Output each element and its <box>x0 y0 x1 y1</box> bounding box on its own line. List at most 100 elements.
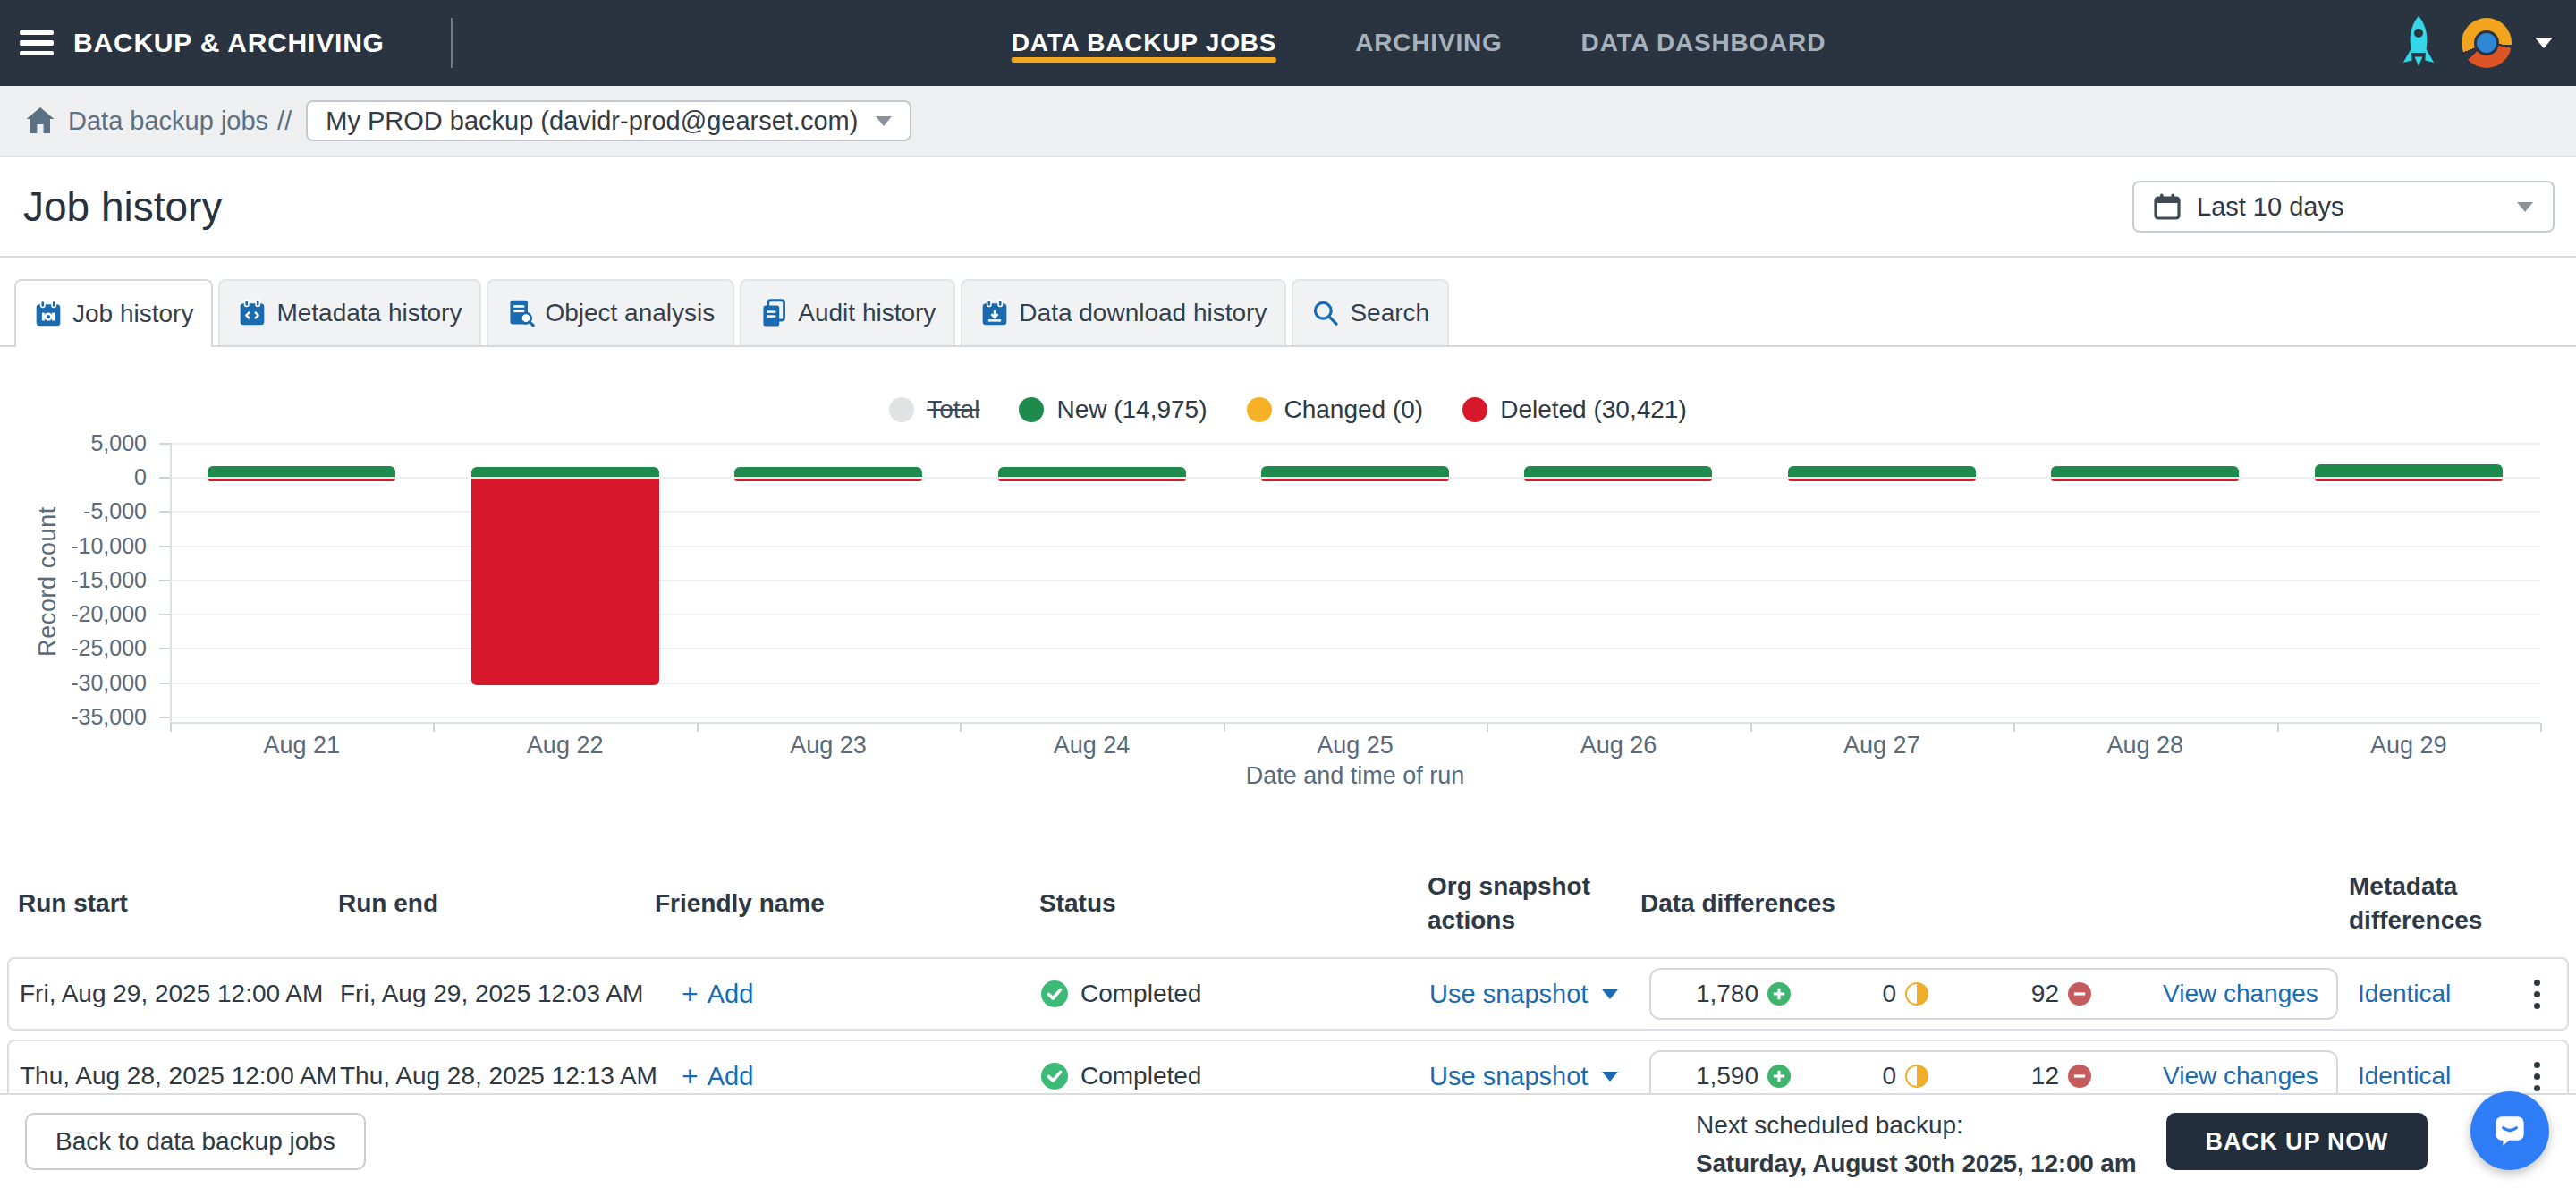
page-header: Job history Last 10 days <box>0 157 2576 256</box>
x-tick-mark <box>697 723 699 732</box>
add-friendly-name-button[interactable]: +Add <box>657 1060 1041 1093</box>
footer-bar: Back to data backup jobs Next scheduled … <box>0 1093 2576 1188</box>
tab-audit-history[interactable]: Audit history <box>740 279 955 345</box>
y-tick-mark <box>159 443 170 445</box>
legend-total-label: Total <box>927 395 979 424</box>
add-friendly-name-button[interactable]: +Add <box>657 978 1041 1011</box>
back-up-now-button[interactable]: BACK UP NOW <box>2166 1113 2428 1170</box>
calendar-icon <box>2154 193 2181 220</box>
col-data-differences: Data differences <box>1640 887 2349 921</box>
legend-total[interactable]: Total <box>889 395 979 424</box>
plus-icon: + <box>682 978 699 1011</box>
bar-deleted-aug-23[interactable] <box>734 479 922 481</box>
tab-label: Search <box>1350 299 1429 327</box>
bar-deleted-aug-21[interactable] <box>208 479 395 481</box>
bar-new-aug-23[interactable] <box>734 467 922 477</box>
bar-deleted-aug-26[interactable] <box>1524 479 1712 481</box>
next-scheduled-backup: Next scheduled backup: Saturday, August … <box>1696 1106 2136 1184</box>
navbar-divider <box>451 18 453 68</box>
use-snapshot-dropdown[interactable]: Use snapshot <box>1429 1062 1642 1091</box>
x-tick-mark <box>1487 723 1488 732</box>
bar-new-aug-21[interactable] <box>208 466 395 477</box>
chat-widget-button[interactable] <box>2470 1091 2549 1170</box>
tab-label: Object analysis <box>545 299 715 327</box>
rocket-icon[interactable] <box>2399 15 2438 71</box>
metadata-identical-link[interactable]: Identical <box>2351 980 2506 1008</box>
gridline <box>170 683 2540 684</box>
bar-new-aug-24[interactable] <box>998 467 1186 477</box>
legend-changed[interactable]: Changed (0) <box>1247 395 1424 424</box>
snapshot-caret-icon <box>1602 989 1618 999</box>
x-tick-label: Aug 29 <box>2301 732 2516 759</box>
nav-archiving[interactable]: ARCHIVING <box>1355 0 1502 86</box>
legend-deleted[interactable]: Deleted (30,421) <box>1462 395 1687 424</box>
next-backup-label: Next scheduled backup: <box>1696 1106 2136 1144</box>
x-tick-label: Aug 22 <box>458 732 673 759</box>
header-divider <box>0 256 2576 258</box>
top-navbar: BACKUP & ARCHIVING DATA BACKUP JOBS ARCH… <box>0 0 2576 86</box>
bar-deleted-aug-28[interactable] <box>2051 479 2239 481</box>
status-label: Completed <box>1080 980 1201 1008</box>
tab-label: Metadata history <box>276 299 462 327</box>
y-tick-mark <box>159 614 170 615</box>
row-menu-kebab-icon[interactable] <box>2506 1062 2567 1091</box>
legend-new[interactable]: New (14,975) <box>1019 395 1207 424</box>
tab-data-download-history[interactable]: Data download history <box>961 279 1286 345</box>
bar-new-aug-29[interactable] <box>2315 464 2503 477</box>
run-end-cell: Fri, Aug 29, 2025 12:03 AM <box>340 980 657 1008</box>
metadata-identical-link[interactable]: Identical <box>2351 1062 2506 1090</box>
back-to-jobs-button[interactable]: Back to data backup jobs <box>25 1113 366 1170</box>
legend-total-dot <box>889 397 914 422</box>
breadcrumb-section[interactable]: Data backup jobs <box>68 106 268 136</box>
x-tick-label: Aug 28 <box>2038 732 2252 759</box>
nav-data-dashboard[interactable]: DATA DASHBOARD <box>1581 0 1826 86</box>
home-icon[interactable] <box>25 106 55 135</box>
bar-deleted-aug-27[interactable] <box>1788 479 1976 481</box>
tab-search[interactable]: Search <box>1292 279 1449 345</box>
y-axis-title: Record count <box>34 438 63 725</box>
snapshot-caret-icon <box>1602 1072 1618 1082</box>
x-tick-mark <box>2540 723 2542 732</box>
bar-new-aug-26[interactable] <box>1524 466 1712 477</box>
run-start-cell: Fri, Aug 29, 2025 12:00 AM <box>20 980 340 1008</box>
view-changes-link[interactable]: View changes <box>2163 970 2318 1018</box>
bar-deleted-aug-22[interactable] <box>471 479 659 685</box>
use-snapshot-dropdown[interactable]: Use snapshot <box>1429 980 1642 1009</box>
nav-data-backup-jobs[interactable]: DATA BACKUP JOBS <box>1012 0 1276 86</box>
tab-metadata-history[interactable]: Metadata history <box>218 279 481 345</box>
breadcrumb: Data backup jobs // My PROD backup (davi… <box>0 86 2576 157</box>
table-header: Run start Run end Friendly name Status O… <box>7 866 2569 941</box>
x-tick-mark <box>2013 723 2015 732</box>
x-tick-label: Aug 27 <box>1775 732 1989 759</box>
user-avatar-gearset-logo[interactable] <box>2462 18 2512 68</box>
user-menu-caret-icon[interactable] <box>2535 38 2553 48</box>
bar-deleted-aug-29[interactable] <box>2315 479 2503 481</box>
tab-object-analysis[interactable]: Object analysis <box>487 279 734 345</box>
app-title: BACKUP & ARCHIVING <box>73 28 385 58</box>
bar-deleted-aug-24[interactable] <box>998 479 1186 481</box>
date-range-caret-icon <box>2517 202 2533 212</box>
tab-job-history[interactable]: Job history <box>14 279 213 347</box>
legend-changed-label: Changed (0) <box>1284 395 1424 424</box>
changed-half-icon <box>1905 982 1928 1006</box>
bar-new-aug-22[interactable] <box>471 467 659 477</box>
bar-new-aug-27[interactable] <box>1788 466 1976 477</box>
backup-archiving-app: BACKUP & ARCHIVING DATA BACKUP JOBS ARCH… <box>0 0 2576 1188</box>
breadcrumb-separator: // <box>277 106 292 136</box>
row-menu-kebab-icon[interactable] <box>2506 980 2567 1009</box>
gridline <box>170 477 2540 479</box>
status-label: Completed <box>1080 1062 1201 1090</box>
x-tick-label: Aug 26 <box>1511 732 1725 759</box>
gridline <box>170 546 2540 547</box>
plus-icon: + <box>682 1060 699 1093</box>
y-axis-line <box>170 443 172 722</box>
bar-new-aug-28[interactable] <box>2051 466 2239 477</box>
hamburger-menu-icon[interactable] <box>20 30 54 55</box>
gridline <box>170 614 2540 615</box>
bar-deleted-aug-25[interactable] <box>1261 479 1449 481</box>
job-selector[interactable]: My PROD backup (davidr-prod@gearset.com) <box>306 100 911 141</box>
bar-new-aug-25[interactable] <box>1261 466 1449 477</box>
job-selector-caret-icon <box>876 116 892 126</box>
date-range-select[interactable]: Last 10 days <box>2132 181 2555 233</box>
legend-new-dot <box>1019 397 1044 422</box>
